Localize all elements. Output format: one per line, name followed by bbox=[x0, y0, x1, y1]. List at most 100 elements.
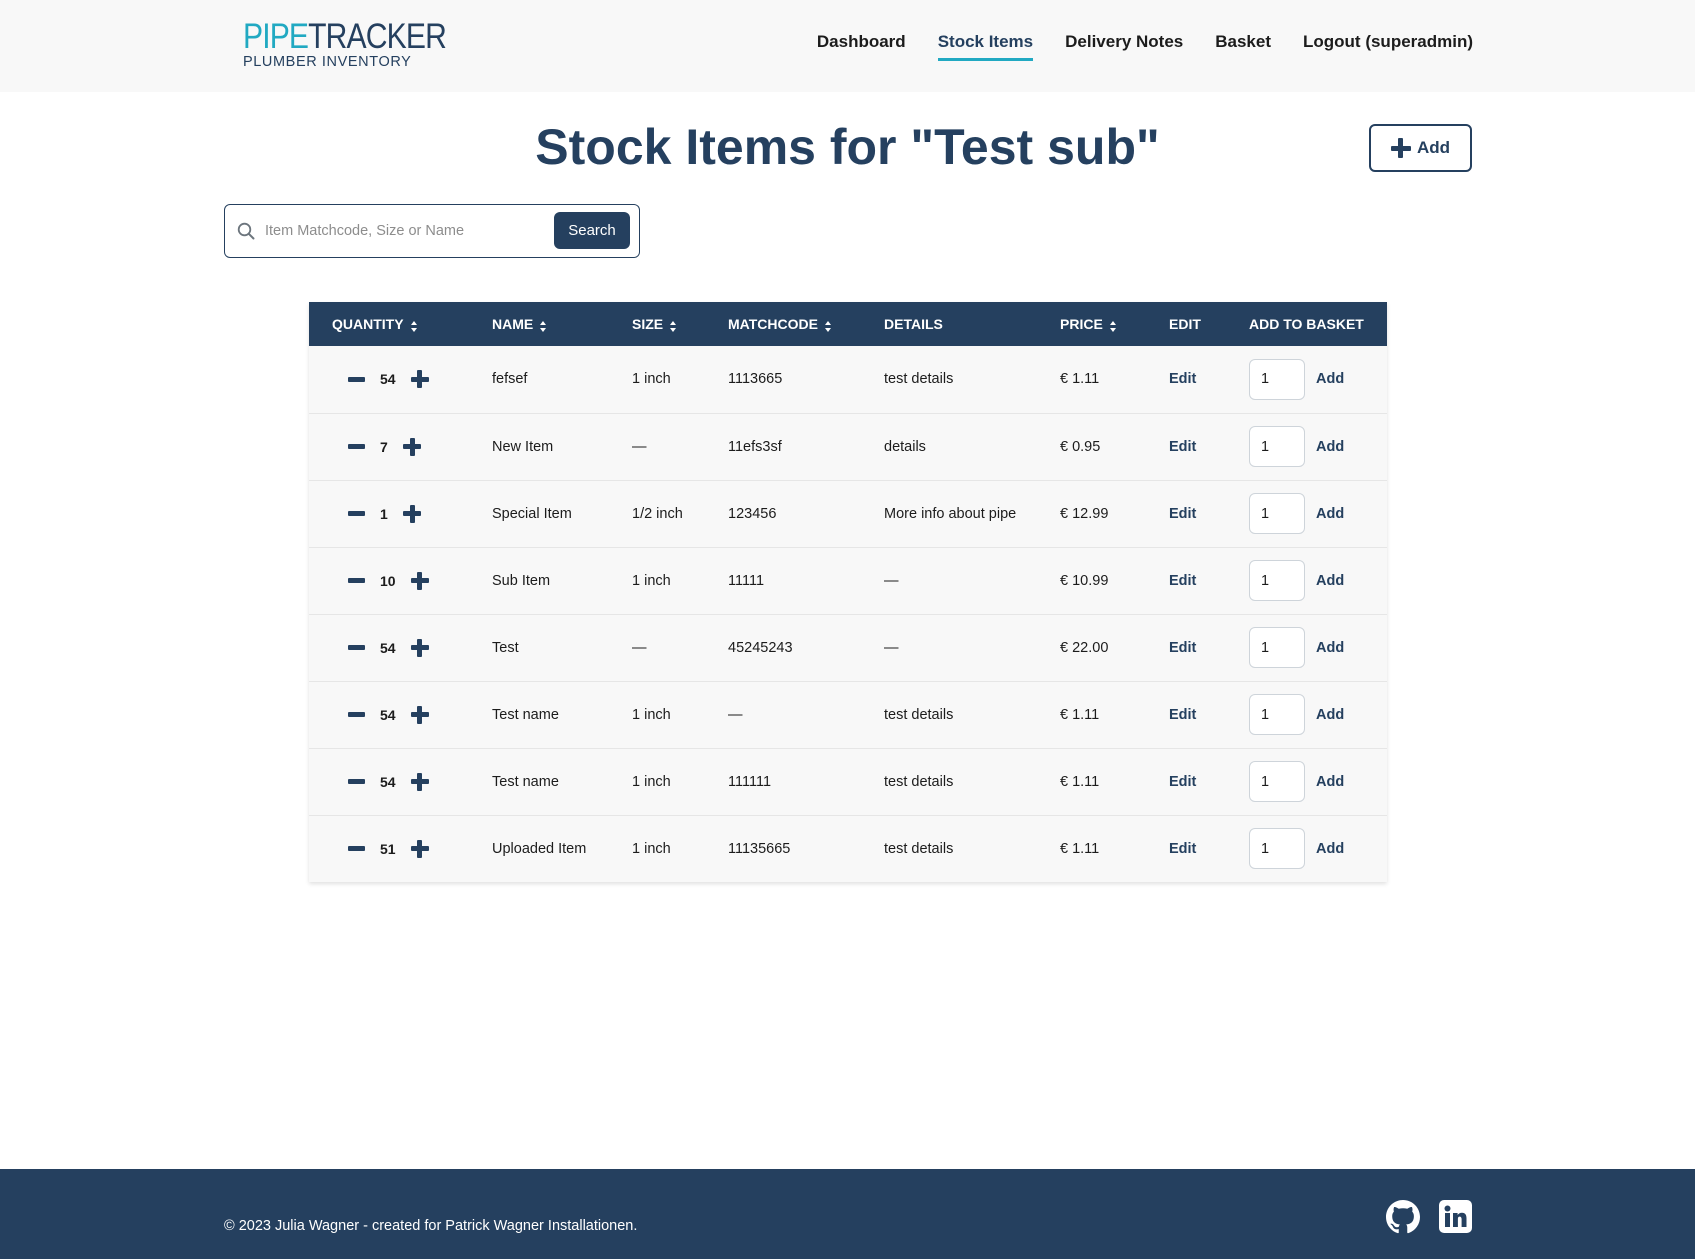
increase-quantity-button[interactable] bbox=[403, 504, 421, 523]
decrease-quantity-button[interactable] bbox=[348, 444, 365, 449]
decrease-quantity-button[interactable] bbox=[348, 645, 365, 650]
details-cell: test details bbox=[884, 773, 954, 790]
increase-quantity-button[interactable] bbox=[410, 638, 429, 657]
increase-quantity-button[interactable] bbox=[410, 370, 429, 389]
edit-link[interactable]: Edit bbox=[1169, 439, 1196, 455]
basket-quantity-input[interactable] bbox=[1249, 694, 1305, 735]
details-cell: test details bbox=[884, 706, 954, 723]
quantity-value: 54 bbox=[380, 706, 396, 723]
table-row: 1 Special Item 1/2 inch 123456 More info abo… bbox=[309, 480, 1387, 547]
quantity-stepper: 7 bbox=[348, 437, 492, 456]
column-header-label: QUANTITY bbox=[332, 316, 404, 332]
increase-quantity-button[interactable] bbox=[403, 437, 421, 456]
details-cell: More info about pipe bbox=[884, 505, 1017, 522]
edit-link[interactable]: Edit bbox=[1169, 506, 1196, 522]
decrease-quantity-button[interactable] bbox=[348, 846, 365, 852]
pipetracker-logo[interactable]: PIPETRACKER PLUMBER INVENTORY bbox=[235, 13, 455, 77]
increase-quantity-button[interactable] bbox=[410, 705, 429, 724]
edit-cell: Edit bbox=[1169, 346, 1249, 413]
add-to-basket-button[interactable]: Add bbox=[1316, 573, 1344, 589]
edit-link[interactable]: Edit bbox=[1169, 640, 1196, 656]
quantity-cell: 51 bbox=[309, 815, 492, 882]
quantity-value: 54 bbox=[380, 639, 396, 656]
increase-quantity-button[interactable] bbox=[410, 772, 429, 791]
edit-link[interactable]: Edit bbox=[1169, 707, 1196, 723]
add-to-basket-button[interactable]: Add bbox=[1316, 774, 1344, 790]
edit-link[interactable]: Edit bbox=[1169, 841, 1196, 857]
add-to-basket-cell: Add bbox=[1249, 547, 1387, 614]
quantity-stepper: 1 bbox=[348, 504, 492, 523]
edit-link[interactable]: Edit bbox=[1169, 371, 1196, 387]
column-header-quantity[interactable]: QUANTITY bbox=[309, 302, 492, 346]
quantity-value: 54 bbox=[380, 371, 396, 388]
linkedin-icon[interactable] bbox=[1439, 1200, 1472, 1233]
edit-cell: Edit bbox=[1169, 614, 1249, 681]
quantity-stepper: 54 bbox=[348, 772, 492, 791]
nav-dashboard[interactable]: Dashboard bbox=[817, 32, 906, 61]
logo-word-pipe: PIPE bbox=[243, 17, 309, 56]
add-stock-item-button[interactable]: Add bbox=[1369, 124, 1472, 172]
add-to-basket-button[interactable]: Add bbox=[1316, 841, 1344, 857]
nav-logout[interactable]: Logout (superadmin) bbox=[1303, 32, 1473, 61]
increase-quantity-button[interactable] bbox=[410, 571, 429, 590]
column-header-size[interactable]: SIZE bbox=[632, 302, 728, 346]
logo-title: PIPETRACKER bbox=[243, 17, 447, 56]
size-cell: 1 inch bbox=[632, 773, 671, 790]
increase-quantity-button[interactable] bbox=[410, 839, 429, 858]
column-header-matchcode[interactable]: MATCHCODE bbox=[728, 302, 884, 346]
size-cell: 1 inch bbox=[632, 840, 671, 857]
decrease-quantity-button[interactable] bbox=[348, 578, 365, 583]
decrease-quantity-button[interactable] bbox=[348, 712, 365, 717]
add-to-basket-cell: Add bbox=[1249, 346, 1387, 413]
add-to-basket-cell: Add bbox=[1249, 480, 1387, 547]
quantity-stepper: 51 bbox=[348, 839, 492, 858]
add-to-basket-button[interactable]: Add bbox=[1316, 506, 1344, 522]
basket-quantity-input[interactable] bbox=[1249, 828, 1305, 870]
add-to-basket-button[interactable]: Add bbox=[1316, 439, 1344, 455]
size-cell: 1 inch bbox=[632, 706, 671, 723]
size-cell: — bbox=[632, 438, 647, 455]
basket-quantity-input[interactable] bbox=[1249, 493, 1305, 534]
add-to-basket-button[interactable]: Add bbox=[1316, 371, 1344, 387]
basket-quantity-input[interactable] bbox=[1249, 426, 1305, 467]
add-to-basket-cell: Add bbox=[1249, 614, 1387, 681]
add-to-basket-button[interactable]: Add bbox=[1316, 707, 1344, 723]
nav-stock-items[interactable]: Stock Items bbox=[937, 32, 1034, 61]
edit-cell: Edit bbox=[1169, 413, 1249, 480]
decrease-quantity-button[interactable] bbox=[348, 376, 365, 382]
column-header-label: MATCHCODE bbox=[728, 316, 818, 332]
column-header-price[interactable]: PRICE bbox=[1060, 302, 1169, 346]
quantity-value: 51 bbox=[380, 840, 396, 857]
sort-icon bbox=[670, 320, 677, 332]
basket-quantity-input[interactable] bbox=[1249, 761, 1305, 802]
basket-quantity-input[interactable] bbox=[1249, 358, 1305, 400]
basket-quantity-input[interactable] bbox=[1249, 560, 1305, 601]
edit-link[interactable]: Edit bbox=[1169, 573, 1196, 589]
sort-icon bbox=[540, 320, 547, 332]
search-input[interactable] bbox=[265, 215, 565, 247]
quantity-cell: 54 bbox=[309, 748, 492, 815]
name-cell: Sub Item bbox=[492, 572, 551, 589]
table-row: 10 Sub Item 1 inch 11111 — € 10.99 Edit Add bbox=[309, 547, 1387, 614]
basket-quantity-input[interactable] bbox=[1249, 627, 1305, 668]
decrease-quantity-button[interactable] bbox=[348, 779, 365, 784]
table-row: 54 Test name 1 inch 111111 test details € 1.1… bbox=[309, 748, 1387, 815]
table-row: 54 Test name 1 inch — test details € 1.11 Edit… bbox=[309, 681, 1387, 748]
name-cell: New Item bbox=[492, 438, 554, 455]
price-cell: € 10.99 bbox=[1060, 572, 1109, 589]
table-body: 54 fefsef 1 inch 1113665 test details € 1.11 E… bbox=[309, 346, 1387, 882]
details-cell: details bbox=[884, 438, 926, 455]
nav-delivery-notes[interactable]: Delivery Notes bbox=[1065, 32, 1183, 61]
edit-link[interactable]: Edit bbox=[1169, 774, 1196, 790]
size-cell: 1 inch bbox=[632, 371, 671, 388]
github-icon[interactable] bbox=[1386, 1200, 1420, 1234]
search-button[interactable]: Search bbox=[554, 212, 630, 249]
logo-subtitle: PLUMBER INVENTORY bbox=[243, 54, 412, 70]
top-navbar: PIPETRACKER PLUMBER INVENTORY Dashboard … bbox=[0, 0, 1695, 92]
column-header-edit: EDIT bbox=[1169, 316, 1201, 332]
size-cell: — bbox=[632, 639, 647, 656]
column-header-name[interactable]: NAME bbox=[492, 302, 632, 346]
add-to-basket-button[interactable]: Add bbox=[1316, 640, 1344, 656]
nav-basket[interactable]: Basket bbox=[1215, 32, 1271, 61]
decrease-quantity-button[interactable] bbox=[348, 511, 365, 516]
